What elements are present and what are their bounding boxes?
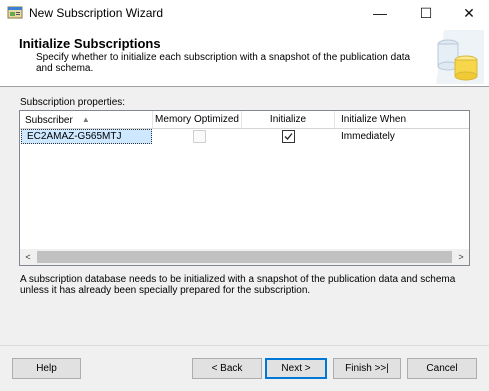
back-button[interactable]: < Back: [192, 358, 262, 379]
wizard-app-icon: [7, 6, 23, 19]
finish-button[interactable]: Finish >>|: [333, 358, 401, 379]
memory-optimized-checkbox: [193, 130, 206, 143]
initialize-when-cell[interactable]: Immediately: [341, 129, 461, 144]
next-button[interactable]: Next >: [265, 358, 327, 379]
scroll-left-arrow-icon[interactable]: <: [20, 249, 36, 265]
scrollbar-thumb[interactable]: [37, 251, 452, 263]
help-button[interactable]: Help: [12, 358, 81, 379]
page-description: Specify whether to initialize each subsc…: [36, 52, 411, 74]
grid-header: Subscriber ▲ Memory Optimized Initialize …: [20, 111, 469, 129]
maximize-button[interactable]: ☐: [403, 0, 449, 26]
cancel-button[interactable]: Cancel: [407, 358, 477, 379]
subscriber-cell[interactable]: EC2AMAZ-G565MTJ: [21, 129, 152, 144]
footer-divider: [0, 345, 489, 346]
subscription-properties-label: Subscription properties:: [20, 97, 126, 108]
column-header-label: Subscriber: [25, 115, 73, 126]
close-button[interactable]: ✕: [446, 0, 489, 26]
horizontal-scrollbar[interactable]: < >: [20, 249, 469, 265]
subscription-properties-grid[interactable]: Subscriber ▲ Memory Optimized Initialize …: [19, 110, 470, 266]
window-title: New Subscription Wizard: [29, 6, 164, 20]
sort-ascending-icon: ▲: [81, 115, 90, 124]
column-header-memory-optimized[interactable]: Memory Optimized: [153, 111, 242, 128]
column-header-initialize[interactable]: Initialize: [242, 111, 335, 128]
wizard-header: Initialize Subscriptions Specify whether…: [0, 26, 489, 87]
minimize-button[interactable]: —: [357, 0, 403, 26]
column-header-subscriber[interactable]: Subscriber ▲: [20, 111, 153, 128]
initialize-checkbox[interactable]: [282, 130, 295, 143]
table-row[interactable]: EC2AMAZ-G565MTJ Immediately: [20, 129, 469, 144]
title-bar: New Subscription Wizard — ☐ ✕: [0, 0, 489, 26]
page-title: Initialize Subscriptions: [19, 36, 161, 51]
database-graphic-icon: [436, 30, 484, 84]
column-header-initialize-when[interactable]: Initialize When: [335, 111, 469, 128]
initialization-note: A subscription database needs to be init…: [20, 274, 456, 296]
scroll-right-arrow-icon[interactable]: >: [453, 249, 469, 265]
